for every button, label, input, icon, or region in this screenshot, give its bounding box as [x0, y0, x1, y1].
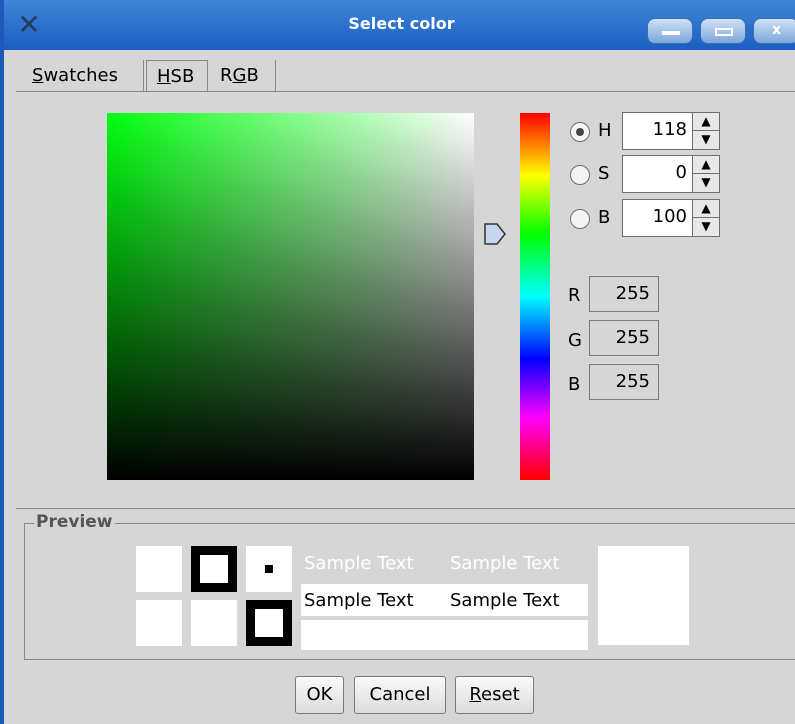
value-b-rgb: 255 — [589, 364, 659, 400]
minimize-button[interactable] — [647, 18, 693, 44]
preview-large-swatch — [598, 546, 689, 645]
value-g: 255 — [589, 320, 659, 356]
reset-button[interactable]: Reset — [455, 676, 534, 714]
preview-title: Preview — [34, 512, 115, 532]
radio-s[interactable] — [570, 165, 590, 185]
label-b: B — [598, 207, 611, 228]
title-bar[interactable]: ✕ Select color x — [4, 0, 795, 50]
sample-text-white-2: Sample Text — [450, 553, 560, 574]
tab-swatches[interactable]: Swatches — [22, 60, 144, 92]
arrow-up-icon[interactable]: ▲ — [693, 200, 719, 218]
radio-h[interactable] — [570, 122, 590, 142]
sample-text-black-1: Sample Text — [304, 590, 414, 611]
preview-swatch-dot — [246, 546, 292, 592]
spinner-b-value[interactable]: 100 — [653, 206, 687, 227]
spinner-s[interactable]: 0 ▲ ▼ — [622, 155, 720, 193]
sample-text-white-1: Sample Text — [304, 553, 414, 574]
spinner-s-arrows[interactable]: ▲ ▼ — [692, 156, 719, 192]
radio-b[interactable] — [570, 209, 590, 229]
arrow-down-icon[interactable]: ▼ — [693, 218, 719, 235]
arrow-up-icon[interactable]: ▲ — [693, 156, 719, 174]
sample-text-black-2: Sample Text — [450, 590, 560, 611]
preview-swatch — [136, 546, 182, 592]
spinner-h[interactable]: 118 ▲ ▼ — [622, 112, 720, 150]
arrow-down-icon[interactable]: ▼ — [693, 131, 719, 148]
arrow-up-icon[interactable]: ▲ — [693, 113, 719, 131]
spinner-b-arrows[interactable]: ▲ ▼ — [692, 200, 719, 236]
spinner-h-value[interactable]: 118 — [653, 119, 687, 140]
saturation-brightness-field[interactable] — [107, 113, 474, 480]
tab-hsb[interactable]: HSB — [146, 60, 208, 92]
ok-button[interactable]: OK — [295, 676, 344, 714]
preview-swatch — [191, 600, 237, 646]
label-r: R — [568, 285, 581, 306]
hue-slider-thumb-icon[interactable] — [483, 222, 507, 246]
spinner-h-arrows[interactable]: ▲ ▼ — [692, 113, 719, 149]
spinner-s-value[interactable]: 0 — [676, 162, 687, 183]
color-chooser-window: ✕ Select color x Swatches HSB RGB H 118 … — [0, 0, 795, 724]
hue-slider[interactable] — [520, 113, 550, 480]
close-icon: x — [772, 22, 782, 38]
maximize-button[interactable] — [700, 18, 746, 44]
spinner-b[interactable]: 100 ▲ ▼ — [622, 199, 720, 237]
label-s: S — [598, 163, 610, 184]
separator — [16, 508, 795, 509]
close-button[interactable]: x — [753, 18, 795, 44]
preview-swatch-border-large — [246, 600, 292, 646]
preview-swatch-border-large — [191, 546, 237, 592]
arrow-down-icon[interactable]: ▼ — [693, 174, 719, 191]
preview-swatch — [136, 600, 182, 646]
label-g: G — [568, 330, 582, 351]
cancel-button[interactable]: Cancel — [354, 676, 446, 714]
value-r: 255 — [589, 276, 659, 312]
sample-empty-bar — [301, 620, 588, 650]
tab-rgb[interactable]: RGB — [210, 60, 276, 92]
label-h: H — [598, 120, 612, 141]
tab-panel-border — [16, 91, 795, 92]
label-b-rgb: B — [568, 374, 581, 395]
